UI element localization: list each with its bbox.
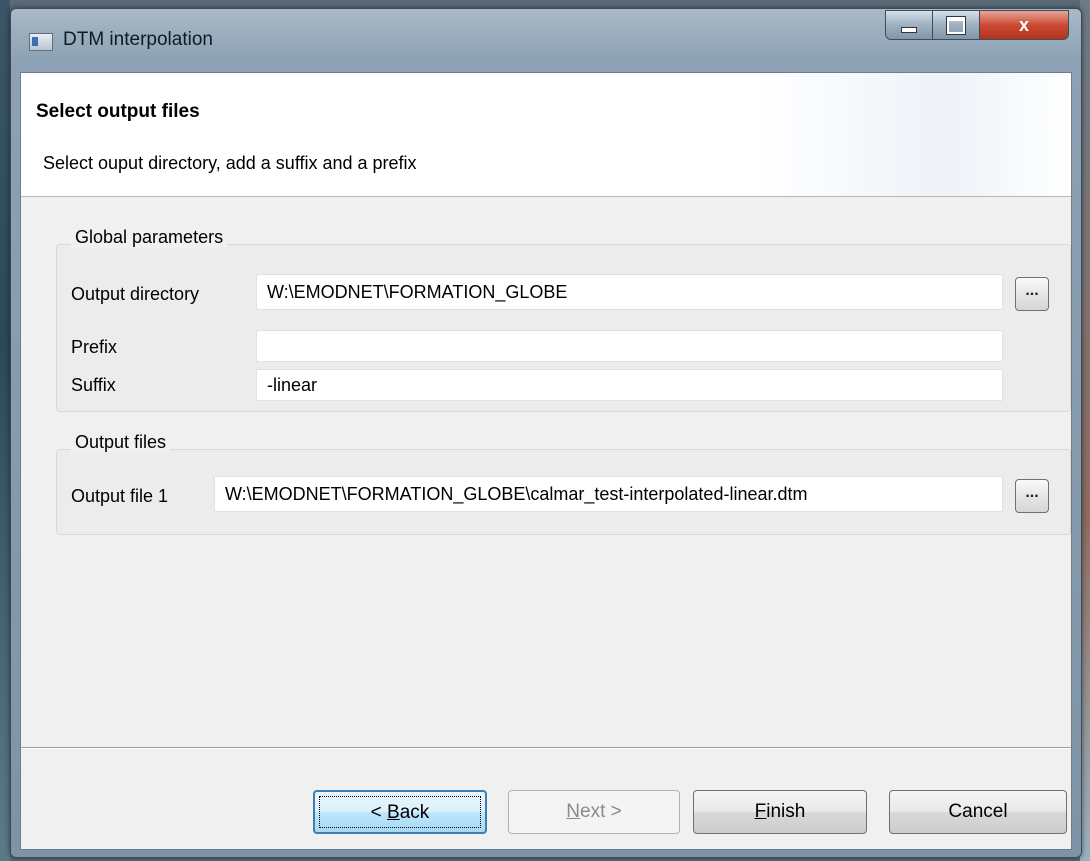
wizard-client-area: Select output files Select ouput directo…: [20, 72, 1072, 850]
output-file-1-input[interactable]: [214, 476, 1003, 512]
minimize-button[interactable]: [885, 10, 933, 40]
page-description: Select ouput directory, add a suffix and…: [43, 153, 417, 173]
output-file-1-label: Output file 1: [71, 486, 169, 506]
next-button-rest: ext >: [580, 801, 622, 822]
finish-button-mnemonic: F: [754, 801, 767, 822]
prefix-label: Prefix: [71, 337, 118, 357]
focus-rectangle: [319, 796, 481, 828]
back-button[interactable]: < Back: [313, 790, 487, 834]
app-icon: [29, 33, 53, 51]
minimize-icon: [901, 27, 917, 33]
maximize-icon: [947, 16, 965, 34]
next-button-mnemonic: N: [566, 801, 580, 822]
output-directory-label: Output directory: [71, 284, 200, 304]
global-parameters-group: Global parameters Output directory ... P…: [56, 227, 1071, 412]
finish-button-rest: inish: [766, 801, 806, 822]
window-controls: x: [885, 10, 1069, 40]
output-file-1-browse-button[interactable]: ...: [1015, 479, 1049, 513]
output-files-legend: Output files: [71, 432, 171, 453]
finish-button[interactable]: Finish: [693, 790, 867, 834]
title-bar[interactable]: DTM interpolation x: [11, 9, 1081, 71]
close-icon: x: [1018, 14, 1029, 35]
wizard-header: Select output files Select ouput directo…: [21, 73, 1071, 197]
close-button[interactable]: x: [980, 10, 1069, 40]
cancel-button[interactable]: Cancel: [889, 790, 1067, 834]
output-files-group: Output files Output file 1 ...: [56, 432, 1071, 535]
window-title: DTM interpolation: [63, 29, 213, 50]
output-directory-browse-button[interactable]: ...: [1015, 277, 1049, 311]
prefix-input[interactable]: [256, 330, 1003, 362]
output-directory-input[interactable]: [256, 274, 1003, 310]
suffix-input[interactable]: [256, 369, 1003, 401]
wizard-window: DTM interpolation x Select output files …: [10, 8, 1082, 858]
maximize-button[interactable]: [933, 10, 980, 40]
global-parameters-legend: Global parameters: [71, 227, 228, 248]
page-title: Select output files: [36, 101, 200, 122]
suffix-label: Suffix: [71, 375, 116, 395]
button-separator: [21, 747, 1071, 749]
desktop-left-edge: [0, 0, 10, 861]
next-button[interactable]: Next >: [508, 790, 680, 834]
